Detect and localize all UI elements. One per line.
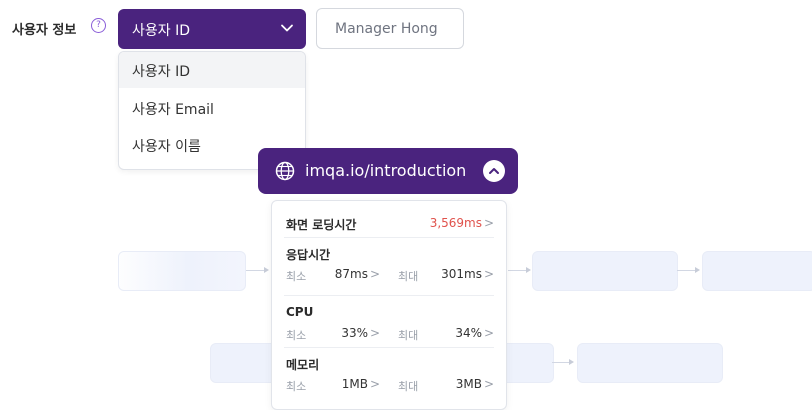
metrics-card: 화면 로딩시간 3,569ms > 응답시간 최소 87ms > 최대 301m…	[271, 200, 507, 410]
response-min-value[interactable]: 87ms	[335, 267, 368, 281]
flow-connector	[246, 270, 266, 271]
flow-connector	[552, 362, 570, 363]
menu-item-user-email[interactable]: 사용자 Email	[119, 90, 305, 126]
flow-connector	[677, 270, 697, 271]
user-field-select[interactable]: 사용자 ID	[118, 9, 306, 49]
chevron-down-icon	[281, 24, 293, 32]
max-label: 최대	[398, 380, 419, 393]
chevron-right-icon: >	[369, 326, 380, 340]
min-label: 최소	[286, 270, 307, 283]
response-time-label: 응답시간	[286, 248, 331, 262]
min-label: 최소	[286, 380, 307, 393]
menu-item-user-id[interactable]: 사용자 ID	[119, 52, 305, 88]
flow-node-right-2	[702, 251, 812, 291]
screen-loading-label: 화면 로딩시간	[286, 218, 357, 232]
select-value: 사용자 ID	[132, 23, 190, 39]
chevron-right-icon: >	[483, 267, 494, 281]
max-label: 최대	[398, 270, 419, 283]
flow-node-bottom-mid	[500, 343, 554, 383]
page-url: imqa.io/introduction	[305, 161, 467, 180]
menu-item-label: 사용자 이름	[132, 139, 201, 155]
menu-item-label: 사용자 Email	[132, 102, 214, 118]
max-label: 최대	[398, 329, 419, 342]
chevron-right-icon: >	[483, 326, 494, 340]
url-pill[interactable]: imqa.io/introduction	[258, 148, 518, 194]
flow-arrow-icon	[695, 267, 700, 273]
flow-node-left	[118, 251, 246, 291]
help-icon[interactable]: ?	[91, 18, 106, 33]
flow-arrow-icon	[526, 267, 531, 273]
cpu-min-value[interactable]: 33%	[341, 326, 368, 340]
chevron-right-icon: >	[483, 377, 494, 391]
user-value-input[interactable]: Manager Hong	[316, 8, 464, 49]
globe-icon	[275, 161, 295, 181]
memory-min-value[interactable]: 1MB	[342, 377, 368, 391]
flow-arrow-icon	[569, 359, 574, 365]
flow-connector	[508, 270, 528, 271]
input-value: Manager Hong	[335, 21, 438, 37]
cpu-label: CPU	[286, 305, 314, 319]
chevron-right-icon: >	[369, 377, 380, 391]
flow-node-right-1	[532, 251, 678, 291]
response-max-value[interactable]: 301ms	[441, 267, 482, 281]
divider	[284, 237, 494, 238]
screen-loading-value[interactable]: 3,569ms	[430, 216, 482, 230]
user-info-label: 사용자 정보	[12, 23, 77, 38]
divider	[284, 295, 494, 296]
cpu-max-value[interactable]: 34%	[455, 326, 482, 340]
divider	[284, 347, 494, 348]
memory-label: 메모리	[286, 358, 320, 372]
flow-arrow-icon	[264, 267, 269, 273]
chevron-right-icon: >	[369, 267, 380, 281]
menu-item-label: 사용자 ID	[132, 64, 190, 80]
min-label: 최소	[286, 329, 307, 342]
chevron-right-icon: >	[483, 216, 494, 230]
memory-max-value[interactable]: 3MB	[456, 377, 482, 391]
collapse-button[interactable]	[483, 160, 505, 182]
flow-node-bottom-right	[577, 343, 723, 383]
chevron-up-icon	[489, 168, 499, 174]
